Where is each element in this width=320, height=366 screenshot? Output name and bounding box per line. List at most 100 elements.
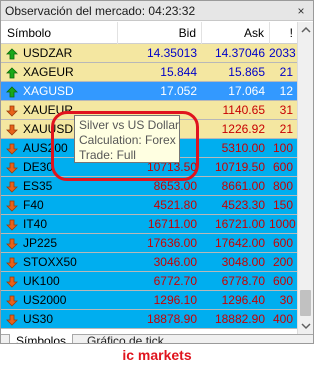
arrow-down-icon <box>6 238 18 250</box>
symbol-name: US30 <box>23 312 54 326</box>
column-header-symbol[interactable]: Símbolo <box>1 22 117 44</box>
bid-price: 4521.80 <box>153 198 197 212</box>
ask-price: 16721.00 <box>214 217 265 231</box>
scroll-down-icon <box>301 323 311 330</box>
spread-value: 21 <box>279 122 293 136</box>
column-header-spread[interactable]: ! <box>269 22 297 44</box>
spread-value: 12 <box>279 84 293 98</box>
ask-price: 14.37046 <box>214 46 265 60</box>
bid-price: 17.052 <box>160 84 197 98</box>
ask-price: 1140.65 <box>222 103 266 117</box>
spread-value: 21 <box>279 65 293 79</box>
close-button[interactable]: × <box>293 3 309 19</box>
vertical-scrollbar[interactable] <box>297 22 313 334</box>
spread-value: 150 <box>272 198 293 212</box>
ask-price: 4523.30 <box>221 198 265 212</box>
ask-price: 17642.00 <box>214 236 265 250</box>
table-row[interactable]: F40 4521.80 4523.30 150 <box>1 196 297 215</box>
bid-price: 17636.00 <box>146 236 197 250</box>
arrow-down-icon <box>6 257 18 269</box>
title-bar[interactable]: Observación del mercado: 04:23:32 × <box>1 1 313 21</box>
ask-price: 10719.50 <box>214 160 265 174</box>
tooltip-description: Silver vs US Dollar <box>79 118 180 132</box>
tab-symbols[interactable]: Símbolos <box>9 334 74 343</box>
ask-price: 3048.00 <box>221 255 265 269</box>
table-row[interactable]: JP225 17636.00 17642.00 600 <box>1 234 297 253</box>
table-row[interactable]: US30 18878.90 18882.90 400 <box>1 310 297 329</box>
column-header-bid[interactable]: Bid <box>117 22 201 44</box>
arrow-down-icon <box>6 181 18 193</box>
bid-price: 1296.10 <box>153 293 197 307</box>
ask-price: 15.865 <box>228 65 265 79</box>
bid-price: 3046.00 <box>153 255 197 269</box>
spread-value: 1000 <box>269 217 296 231</box>
symbol-name: JP225 <box>23 236 58 250</box>
column-header-ask[interactable]: Ask <box>201 22 269 44</box>
symbol-name: F40 <box>23 198 44 212</box>
scroll-down-button[interactable] <box>298 318 313 334</box>
ask-price: 5310.00 <box>221 141 265 155</box>
symbol-name: USDZAR <box>23 46 73 60</box>
arrow-down-icon <box>6 276 18 288</box>
tab-tick-chart[interactable]: Gráfico de tick <box>81 334 170 343</box>
table-row[interactable]: US2000 1296.10 1296.40 30 <box>1 291 297 310</box>
table-row[interactable]: UK100 6772.70 6778.70 600 <box>1 272 297 291</box>
symbol-name: XAGEUR <box>23 65 74 79</box>
arrow-down-icon <box>6 295 18 307</box>
arrow-down-icon <box>6 124 18 136</box>
table-row[interactable]: XAGUSD 17.052 17.064 12 <box>1 82 297 101</box>
symbol-name: IT40 <box>23 217 48 231</box>
bid-price: 8653.00 <box>153 179 197 193</box>
tooltip-calculation: Calculation: Forex <box>79 133 176 147</box>
scroll-up-icon <box>301 26 311 33</box>
spread-value: 100 <box>272 141 293 155</box>
spread-value: 400 <box>272 312 293 326</box>
tooltip-trade-mode: Trade: Full <box>79 148 136 162</box>
ask-price: 1226.92 <box>221 122 265 136</box>
ask-price: 8661.00 <box>221 179 265 193</box>
arrow-down-icon <box>6 143 18 155</box>
bid-price: 6772.70 <box>153 274 197 288</box>
spread-value: 600 <box>272 274 293 288</box>
window-title: Observación del mercado: 04:23:32 <box>5 4 196 18</box>
symbol-list: USDZAR 14.35013 14.37046 2033 XAGEUR 15.844 15… <box>1 44 297 334</box>
symbol-name: US2000 <box>23 293 67 307</box>
spread-value: 200 <box>272 255 293 269</box>
bid-price: 18878.90 <box>146 312 197 326</box>
bid-price: 15.844 <box>160 65 197 79</box>
table-row[interactable]: IT40 16711.00 16721.00 1000 <box>1 215 297 234</box>
arrow-down-icon <box>6 314 18 326</box>
arrow-up-icon <box>6 67 18 79</box>
arrow-down-icon <box>6 105 18 117</box>
symbol-name: STOXX50 <box>23 255 77 269</box>
arrow-up-icon <box>6 48 18 60</box>
spread-value: 600 <box>272 160 293 174</box>
symbol-name: UK100 <box>23 274 60 288</box>
spread-value: 31 <box>279 103 293 117</box>
market-watch-panel: Observación del mercado: 04:23:32 × Símb… <box>0 0 314 344</box>
spread-value: 2033 <box>269 46 296 60</box>
arrow-down-icon <box>6 162 18 174</box>
table-row[interactable]: ES35 8653.00 8661.00 800 <box>1 177 297 196</box>
spread-value: 800 <box>272 179 293 193</box>
scroll-up-button[interactable] <box>298 22 313 38</box>
ask-price: 17.064 <box>228 84 265 98</box>
symbol-name: XAGUSD <box>23 84 74 98</box>
arrow-up-icon <box>6 86 18 98</box>
table-header: Símbolo Bid Ask ! <box>1 22 297 44</box>
brand-caption: ic markets <box>122 347 192 363</box>
spread-value: 30 <box>279 293 293 307</box>
bid-price: 16711.00 <box>147 217 197 231</box>
symbol-tooltip: Silver vs US Dollar Calculation: Forex T… <box>74 115 180 163</box>
ask-price: 1296.40 <box>221 293 265 307</box>
table-row[interactable]: USDZAR 14.35013 14.37046 2033 <box>1 44 297 63</box>
ask-price: 6778.70 <box>221 274 265 288</box>
bottom-tabs: Símbolos Gráfico de tick <box>1 334 313 343</box>
bid-price: 14.35013 <box>146 46 197 60</box>
table-row[interactable]: XAGEUR 15.844 15.865 21 <box>1 63 297 82</box>
ask-price: 18882.90 <box>214 312 265 326</box>
spread-value: 600 <box>272 236 293 250</box>
symbol-name: ES35 <box>23 179 53 193</box>
scrollbar-thumb[interactable] <box>300 290 311 316</box>
table-row[interactable]: STOXX50 3046.00 3048.00 200 <box>1 253 297 272</box>
